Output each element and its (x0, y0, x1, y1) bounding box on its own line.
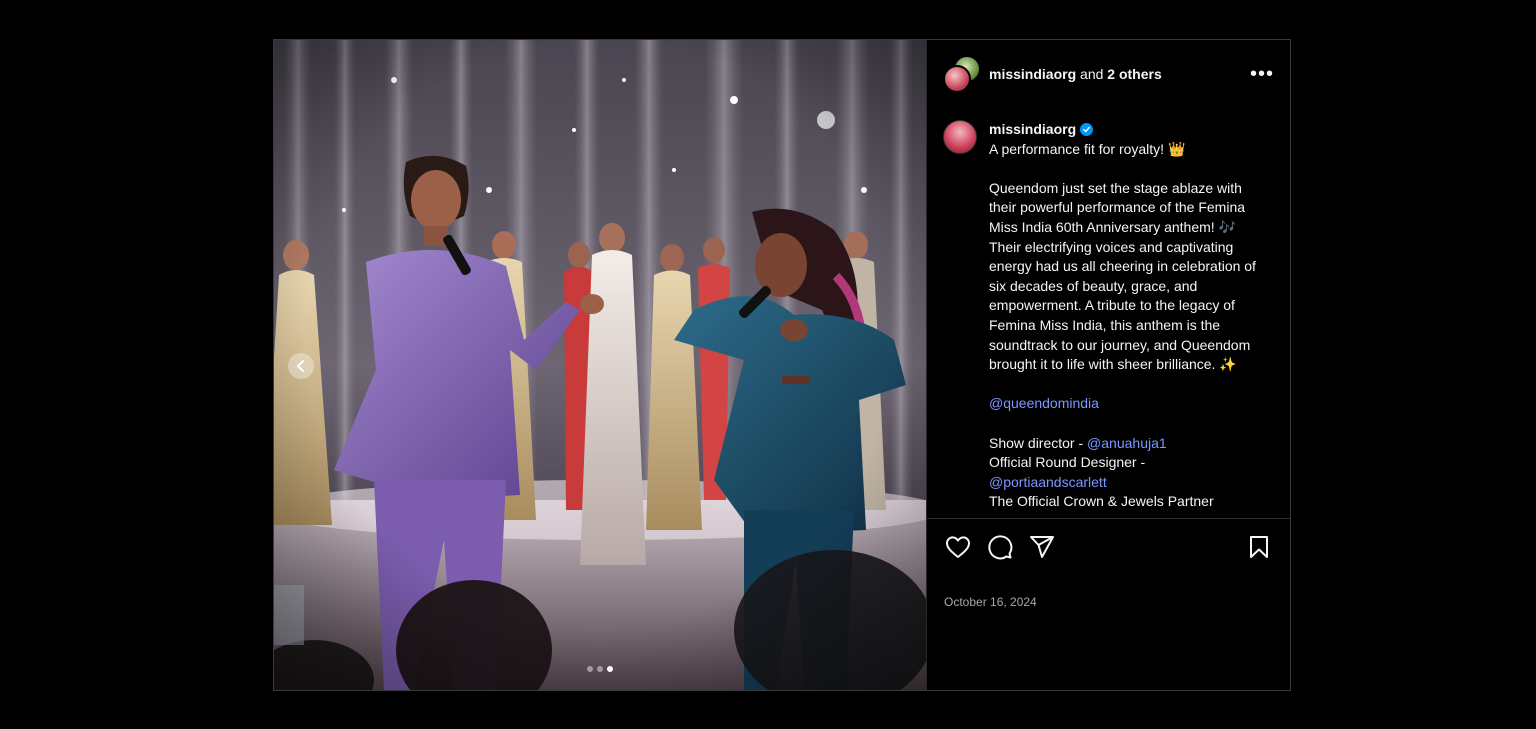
carousel-prev-button[interactable] (288, 353, 314, 379)
chevron-left-icon (297, 360, 304, 372)
divider (927, 518, 1290, 519)
like-button[interactable] (943, 532, 973, 562)
post-header: missindiaorg and 2 others ••• (927, 40, 1290, 108)
mention-anuahuja1-link[interactable]: @anuahuja1 (1087, 435, 1167, 451)
verified-badge-icon (1080, 123, 1094, 137)
comment-button[interactable] (985, 532, 1015, 562)
save-button[interactable] (1244, 532, 1274, 562)
author-username-link[interactable]: missindiaorg (989, 66, 1076, 82)
carousel-dot (587, 666, 593, 672)
post-authors: missindiaorg and 2 others (989, 66, 1162, 82)
share-button[interactable] (1027, 532, 1057, 562)
carousel-indicators (274, 666, 926, 672)
caption-headline: A performance fit for royalty! 👑 (989, 140, 1186, 157)
action-bar (943, 532, 1274, 562)
instagram-post-modal: missindiaorg and 2 others ••• missindiao… (273, 39, 1291, 691)
caption-section: missindiaorg A performance fit for royal… (927, 108, 1290, 518)
caption-text: missindiaorg A performance fit for royal… (989, 120, 1269, 518)
mention-queendomindia-link[interactable]: @queendomindia (989, 395, 1099, 411)
share-icon (1030, 536, 1054, 558)
mention-portiaandscarlett-link[interactable]: @portiaandscarlett (989, 474, 1107, 490)
and-text: and (1080, 66, 1104, 82)
others-link[interactable]: 2 others (1107, 66, 1161, 82)
bookmark-icon (1250, 536, 1268, 558)
comment-icon (988, 535, 1013, 560)
caption-body: Queendom just set the stage ablaze with … (989, 179, 1256, 373)
carousel-dot-active (607, 666, 613, 672)
stage-photo (274, 40, 926, 690)
post-image[interactable] (274, 40, 926, 690)
post-sidebar: missindiaorg and 2 others ••• missindiao… (926, 40, 1290, 690)
more-icon[interactable]: ••• (1250, 64, 1274, 84)
post-date[interactable]: October 16, 2024 (944, 595, 1037, 609)
caption-username-text[interactable]: missindiaorg (989, 120, 1076, 140)
collab-avatars[interactable] (943, 55, 981, 93)
designer-label: Official Round Designer - (989, 454, 1146, 471)
heart-icon (946, 536, 970, 558)
carousel-dot (597, 666, 603, 672)
avatar (943, 65, 971, 93)
caption-username[interactable]: missindiaorg (989, 120, 1094, 140)
avatar[interactable] (943, 120, 977, 154)
caption-cutoff-line: The Official Crown & Jewels Partner (989, 493, 1214, 510)
show-director-label: Show director - (989, 434, 1088, 451)
